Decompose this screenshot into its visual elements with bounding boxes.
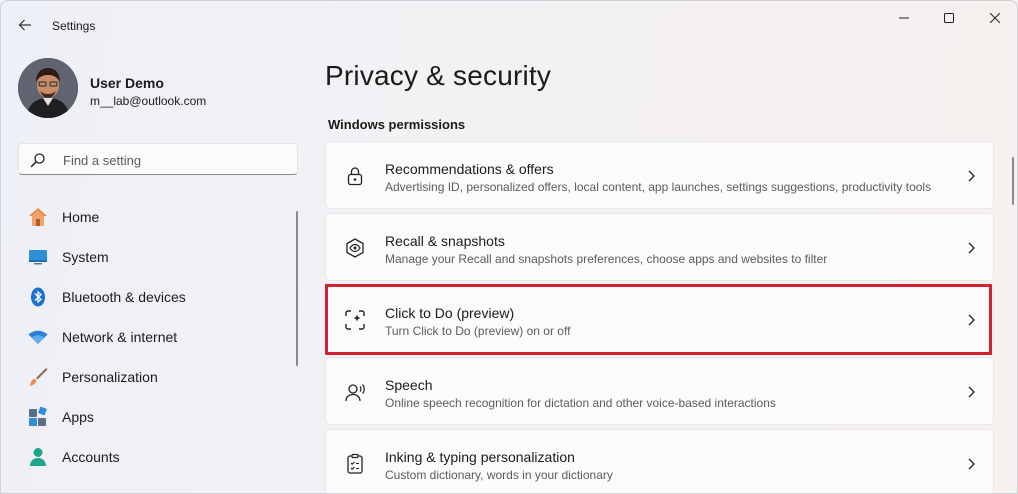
speech-icon	[344, 381, 366, 403]
settings-window: Settings User Demo m__lab@outlook.com Fi…	[0, 0, 1018, 494]
minimize-icon	[899, 17, 909, 19]
back-arrow-icon	[18, 19, 31, 31]
brush-icon	[27, 366, 49, 388]
sidebar-item-system[interactable]: System	[18, 237, 296, 277]
chevron-right-icon	[965, 312, 977, 328]
sidebar-item-label: Accounts	[62, 449, 120, 465]
chevron-right-icon	[965, 168, 977, 184]
sidebar-item-accounts[interactable]: Accounts	[18, 437, 296, 477]
card-title: Click to Do (preview)	[385, 305, 515, 321]
title-bar: Settings	[1, 1, 1017, 49]
card-title: Speech	[385, 377, 433, 393]
sidebar-item-personalization[interactable]: Personalization	[18, 357, 296, 397]
sidebar-item-label: System	[62, 249, 109, 265]
chevron-right-icon	[965, 456, 977, 472]
card-click-to-do[interactable]: Click to Do (preview) Turn Click to Do (…	[325, 285, 994, 353]
search-input[interactable]: Find a setting	[63, 153, 141, 168]
sidebar-item-home[interactable]: Home	[18, 197, 296, 237]
card-description: Turn Click to Do (preview) on or off	[385, 324, 571, 338]
main-scrollbar[interactable]	[1012, 157, 1014, 205]
sidebar-item-label: Bluetooth & devices	[62, 289, 186, 305]
lock-icon	[344, 165, 366, 187]
maximize-button[interactable]	[926, 1, 972, 35]
sidebar-item-label: Network & internet	[62, 329, 178, 345]
accounts-icon	[27, 446, 49, 468]
inking-icon	[344, 453, 366, 475]
app-title: Settings	[52, 19, 96, 33]
user-name: User Demo	[90, 75, 164, 91]
bluetooth-icon	[27, 286, 49, 308]
card-speech[interactable]: Speech Online speech recognition for dic…	[325, 357, 994, 425]
card-description: Online speech recognition for dictation …	[385, 396, 776, 410]
minimize-button[interactable]	[881, 1, 927, 35]
page-title: Privacy & security	[325, 60, 552, 91]
card-title: Inking & typing personalization	[385, 449, 575, 465]
sidebar-item-label: Personalization	[62, 369, 158, 385]
avatar-illustration-icon	[18, 58, 78, 118]
section-title: Windows permissions	[328, 117, 466, 132]
sidebar-scrollbar[interactable]	[296, 211, 298, 366]
maximize-icon	[944, 13, 954, 23]
back-button[interactable]	[11, 11, 39, 39]
close-icon	[990, 13, 1000, 23]
card-recall-snapshots[interactable]: Recall & snapshots Manage your Recall an…	[325, 213, 994, 281]
user-email: m__lab@outlook.com	[90, 94, 207, 108]
sidebar-item-label: Apps	[62, 409, 94, 425]
chevron-right-icon	[965, 240, 977, 256]
home-icon	[27, 206, 49, 228]
sidebar-item-network-internet[interactable]: Network & internet	[18, 317, 296, 357]
sidebar-item-bluetooth-devices[interactable]: Bluetooth & devices	[18, 277, 296, 317]
recall-icon	[344, 237, 366, 259]
user-profile[interactable]: User Demo m__lab@outlook.com	[18, 58, 298, 120]
card-description: Advertising ID, personalized offers, loc…	[385, 180, 932, 194]
wifi-icon	[27, 326, 49, 348]
system-icon	[27, 246, 49, 268]
card-recommendations-offers[interactable]: Recommendations & offers Advertising ID,…	[325, 141, 994, 209]
apps-icon	[27, 406, 49, 428]
avatar	[18, 58, 78, 118]
sidebar-item-apps[interactable]: Apps	[18, 397, 296, 437]
chevron-right-icon	[965, 384, 977, 400]
close-button[interactable]	[972, 1, 1017, 35]
search-icon	[30, 153, 45, 168]
card-description: Manage your Recall and snapshots prefere…	[385, 252, 828, 266]
search-box[interactable]: Find a setting	[18, 143, 298, 175]
sidebar-nav: Home System Bluetooth & devices Network …	[18, 197, 296, 477]
sidebar-item-label: Home	[62, 209, 100, 225]
card-title: Recall & snapshots	[385, 233, 505, 249]
card-title: Recommendations & offers	[385, 161, 554, 177]
card-description: Custom dictionary, words in your diction…	[385, 468, 613, 482]
click-to-do-icon	[344, 309, 366, 331]
card-inking-typing[interactable]: Inking & typing personalization Custom d…	[325, 429, 994, 493]
